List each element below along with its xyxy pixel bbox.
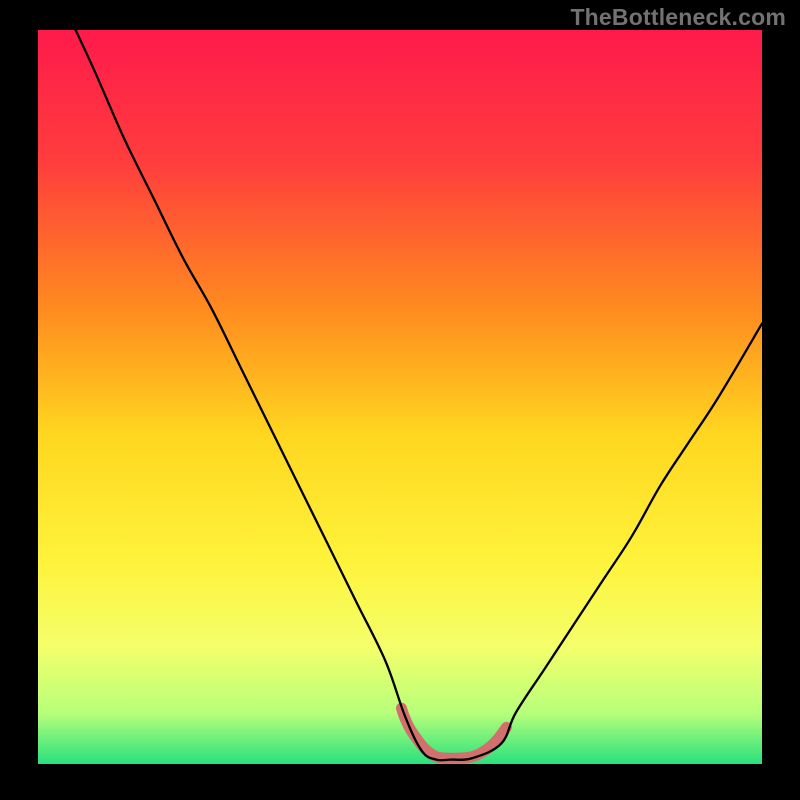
chart-frame: { "watermark": "TheBottleneck.com", "cha… — [0, 0, 800, 800]
bottleneck-chart — [0, 0, 800, 800]
watermark-text: TheBottleneck.com — [570, 4, 786, 31]
gradient-background — [38, 30, 762, 764]
